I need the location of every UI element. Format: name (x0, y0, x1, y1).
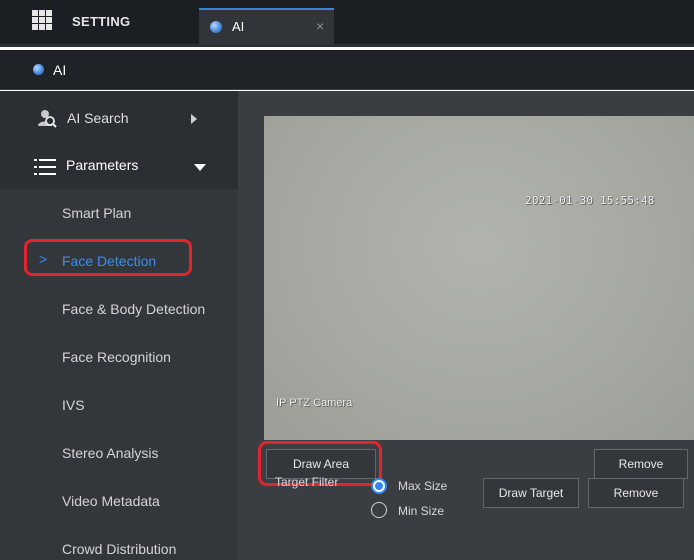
globe-icon (33, 64, 44, 75)
sidebar-item-video-metadata[interactable]: Video Metadata (0, 478, 238, 524)
tab-setting[interactable]: SETTING (72, 14, 130, 29)
sidebar-item-ivs[interactable]: IVS (0, 382, 238, 428)
sidebar-item-face-body-detection[interactable]: Face & Body Detection (0, 286, 238, 332)
sidebar-item-face-recognition[interactable]: Face Recognition (0, 334, 238, 380)
sidebar-item-label: Video Metadata (62, 493, 160, 509)
sidebar-item-smart-plan[interactable]: Smart Plan (0, 190, 238, 236)
sidebar-item-label: Face Recognition (62, 349, 171, 365)
video-timestamp: 2021-01-30 15:55:48 (525, 194, 655, 207)
sidebar-item-ai-search[interactable]: AI Search (0, 96, 238, 142)
sidebar-item-label: Face Detection (62, 253, 157, 269)
remove-target-button[interactable]: Remove (588, 478, 684, 508)
sidebar-item-label: Face & Body Detection (62, 301, 206, 317)
page-header: AI (0, 50, 694, 90)
sidebar-item-parameters[interactable]: Parameters (0, 143, 238, 191)
sidebar-item-crowd-distribution[interactable]: Crowd Distribution (0, 526, 238, 560)
chevron-right-icon: > (39, 251, 48, 267)
max-size-label: Max Size (398, 479, 448, 493)
sidebar-item-label: IVS (62, 397, 85, 413)
list-icon (34, 159, 56, 175)
caret-down-icon (194, 164, 206, 171)
sidebar-item-label: AI Search (67, 110, 129, 126)
sidebar-item-label: Parameters (66, 157, 139, 173)
page-title: AI (53, 62, 67, 78)
sidebar-item-label: Smart Plan (62, 205, 132, 221)
sidebar-item-face-detection[interactable]: > Face Detection (0, 238, 238, 284)
caret-right-icon (191, 114, 197, 124)
top-tab-bar: SETTING AI × (0, 0, 694, 47)
sidebar-item-label: Stereo Analysis (62, 445, 159, 461)
parameters-submenu: Smart Plan > Face Detection Face & Body … (0, 189, 238, 560)
video-preview[interactable]: 2021-01-30 15:55:48 IP PTZ Camera (264, 116, 694, 440)
target-filter-label: Target Filter (275, 475, 339, 489)
sidebar-item-label: Crowd Distribution (62, 541, 177, 557)
remove-area-button[interactable]: Remove (594, 449, 688, 479)
globe-icon (210, 21, 222, 33)
max-size-radio[interactable] (371, 478, 387, 494)
tab-ai-label: AI (232, 19, 245, 34)
main-panel: 2021-01-30 15:55:48 IP PTZ Camera Draw A… (238, 91, 694, 560)
grid-menu-icon[interactable] (32, 10, 54, 30)
sidebar-item-stereo-analysis[interactable]: Stereo Analysis (0, 430, 238, 476)
search-person-icon (38, 110, 57, 128)
min-size-radio[interactable] (371, 502, 387, 518)
close-icon[interactable]: × (316, 18, 324, 34)
sidebar: AI Search Parameters Smart Plan > Face D… (0, 91, 238, 560)
camera-name-overlay: IP PTZ Camera (276, 397, 353, 409)
tab-ai[interactable]: AI × (199, 8, 334, 44)
min-size-label: Min Size (398, 504, 445, 518)
draw-target-button[interactable]: Draw Target (483, 478, 579, 508)
